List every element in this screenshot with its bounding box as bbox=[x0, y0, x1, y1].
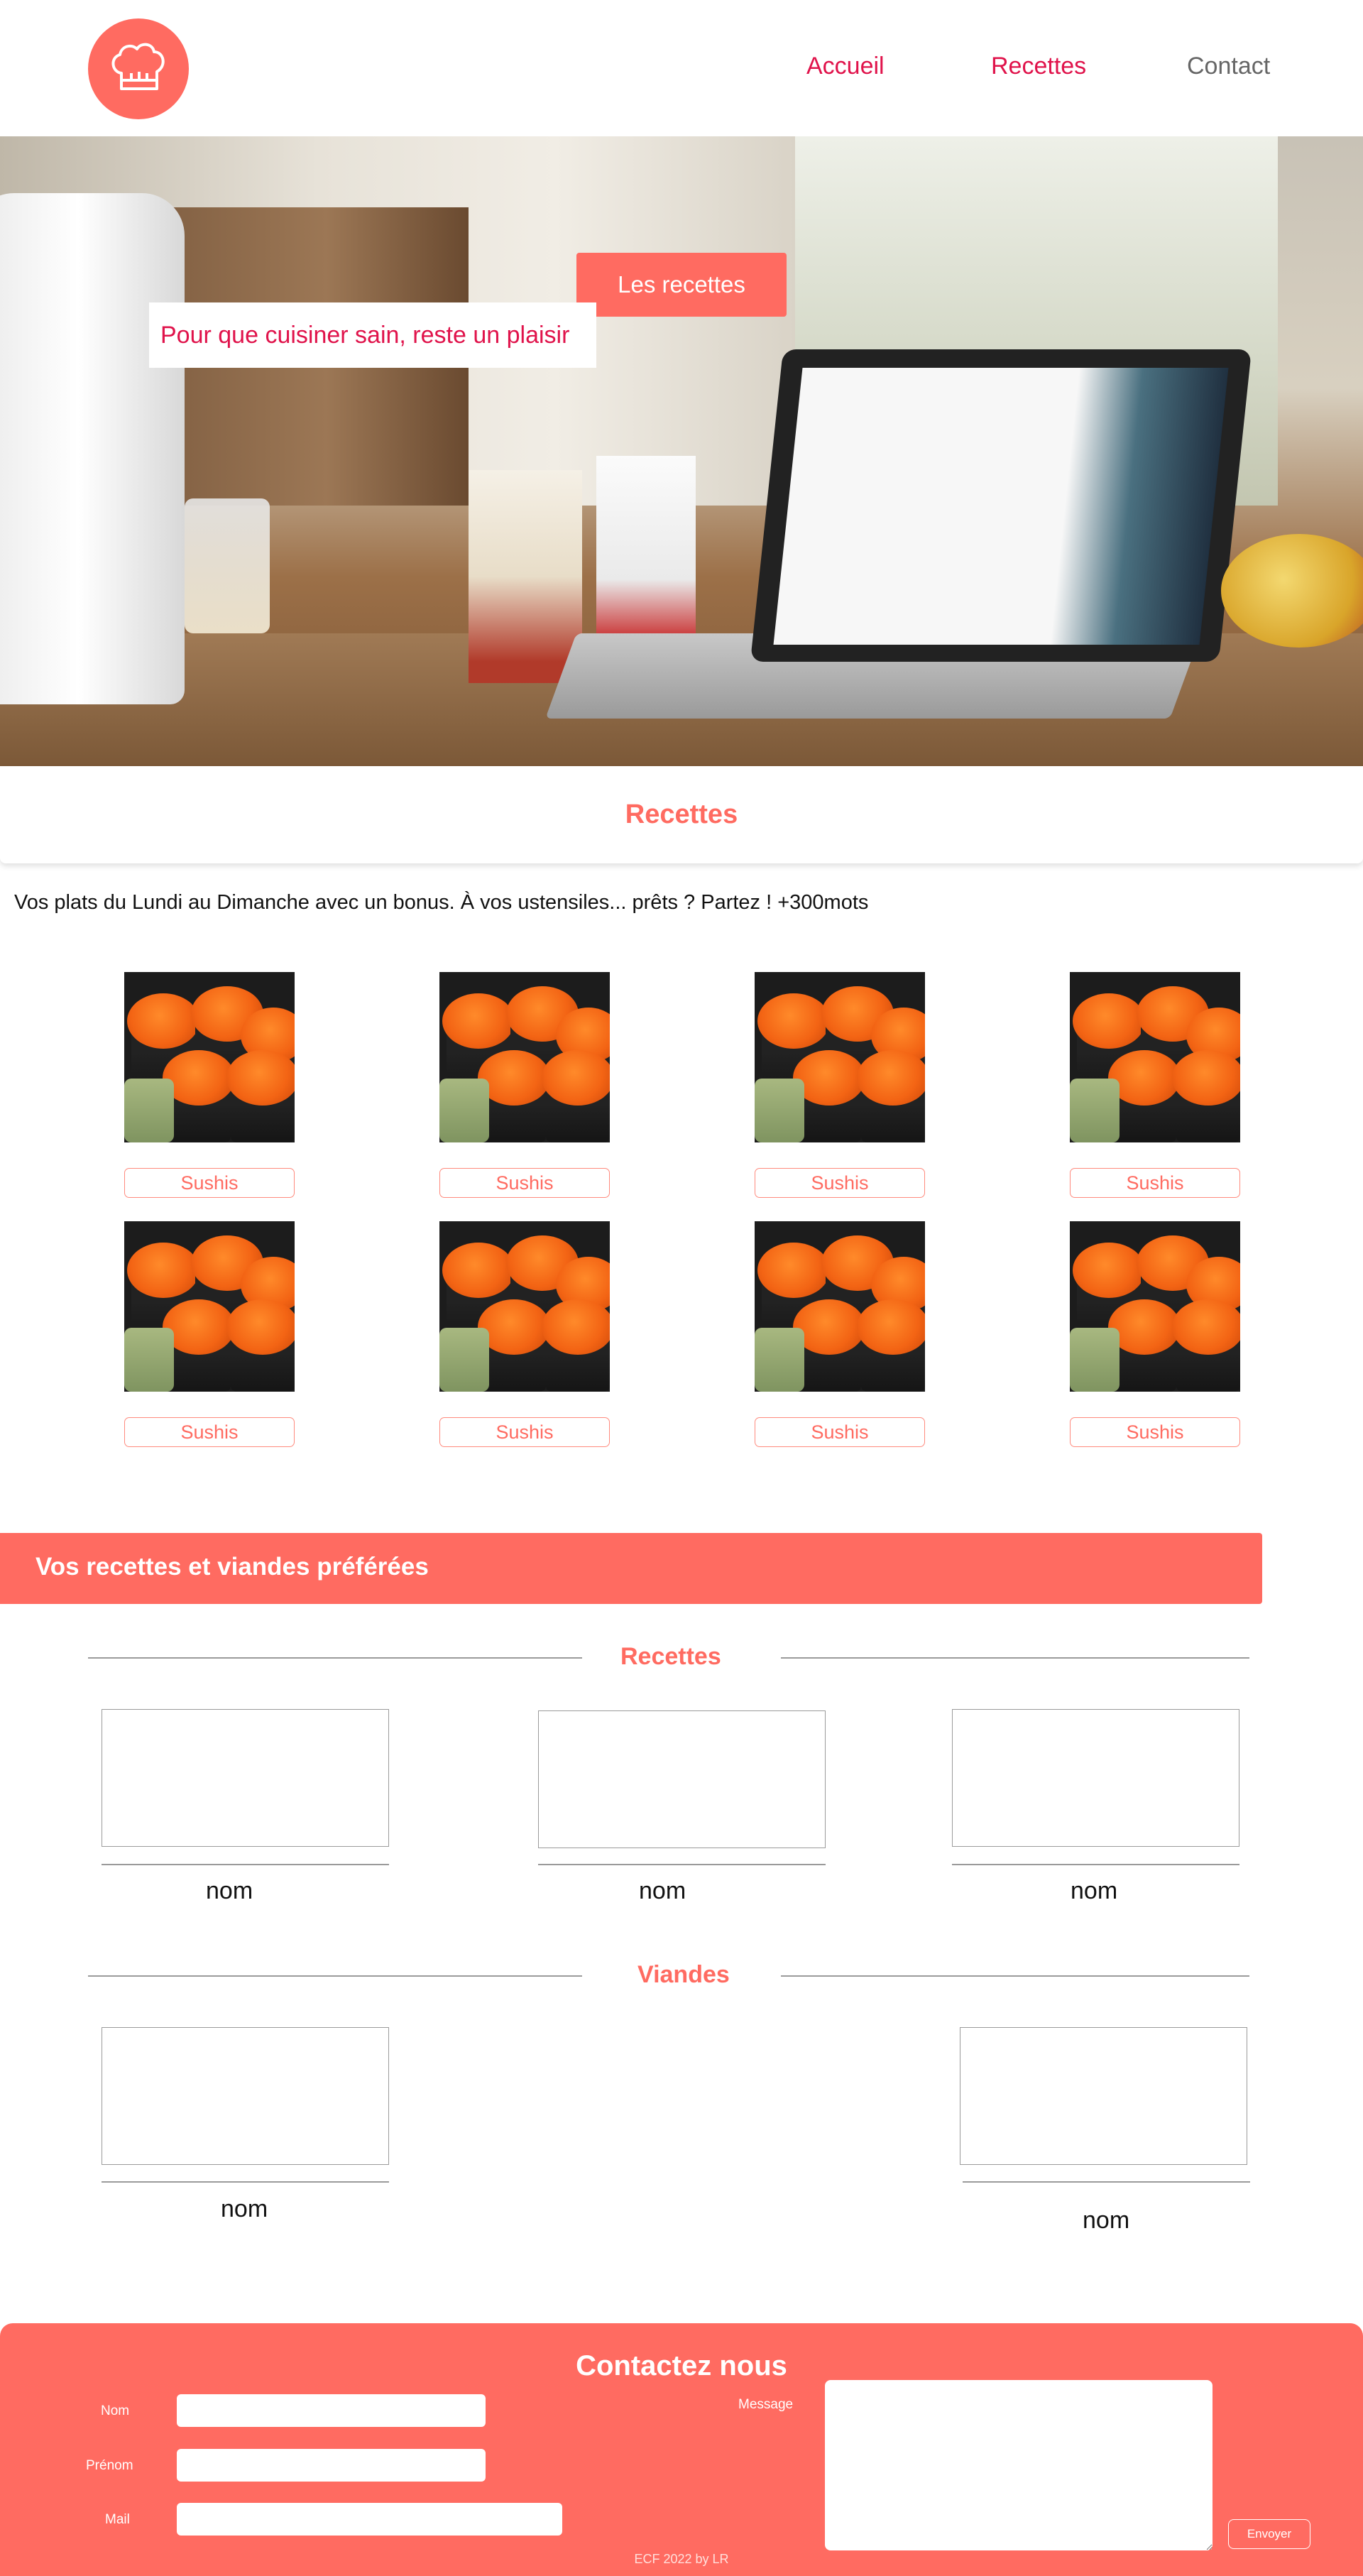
envoyer-button[interactable]: Envoyer bbox=[1228, 2519, 1310, 2549]
sushi-image bbox=[439, 1221, 610, 1392]
message-textarea[interactable] bbox=[825, 2380, 1213, 2550]
recette-box[interactable] bbox=[102, 1709, 389, 1847]
hero-banner bbox=[0, 136, 1363, 766]
hero-tagline: Pour que cuisiner sain, reste un plaisir bbox=[149, 302, 596, 368]
sushi-image bbox=[755, 972, 925, 1142]
divider-line bbox=[781, 1975, 1249, 1977]
divider-line bbox=[963, 2181, 1250, 2183]
favorites-title: Vos recettes et viandes préférées bbox=[35, 1553, 429, 1581]
viande-name: nom bbox=[1083, 2207, 1130, 2234]
divider-line bbox=[88, 1657, 582, 1659]
recipe-card: Sushis bbox=[439, 1221, 610, 1447]
recipe-button[interactable]: Sushis bbox=[1070, 1168, 1240, 1198]
recette-name: nom bbox=[206, 1877, 253, 1904]
hero-image-mixer bbox=[0, 193, 185, 704]
favorites-bar: Vos recettes et viandes préférées bbox=[0, 1533, 1262, 1604]
viande-box[interactable] bbox=[960, 2027, 1247, 2165]
recipe-button[interactable]: Sushis bbox=[755, 1168, 925, 1198]
prenom-input[interactable] bbox=[177, 2449, 486, 2482]
recettes-intro: Vos plats du Lundi au Dimanche avec un b… bbox=[14, 891, 869, 914]
hero-image-jar bbox=[185, 498, 270, 633]
footer-credit: ECF 2022 by LR bbox=[634, 2552, 729, 2566]
mail-input[interactable] bbox=[177, 2503, 562, 2536]
recipe-button[interactable]: Sushis bbox=[439, 1417, 610, 1447]
mail-label: Mail bbox=[105, 2512, 130, 2527]
hero-image-screen bbox=[773, 368, 1229, 645]
nom-input[interactable] bbox=[177, 2394, 486, 2427]
divider-line bbox=[88, 1975, 582, 1977]
nav-recettes[interactable]: Recettes bbox=[991, 53, 1086, 80]
viande-name: nom bbox=[221, 2195, 268, 2222]
divider-line bbox=[781, 1657, 1249, 1659]
contact-title: Contactez nous bbox=[576, 2350, 787, 2381]
divider-line bbox=[952, 1864, 1239, 1865]
recipe-button[interactable]: Sushis bbox=[1070, 1417, 1240, 1447]
recipe-card: Sushis bbox=[124, 1221, 295, 1447]
message-label: Message bbox=[738, 2397, 794, 2412]
sushi-image bbox=[1070, 1221, 1240, 1392]
recipe-button[interactable]: Sushis bbox=[124, 1168, 295, 1198]
recipe-card: Sushis bbox=[1070, 972, 1240, 1198]
recettes-title: Recettes bbox=[625, 799, 738, 829]
recipe-button[interactable]: Sushis bbox=[755, 1417, 925, 1447]
nav-contact[interactable]: Contact bbox=[1187, 53, 1270, 80]
prenom-label: Prénom bbox=[86, 2458, 133, 2473]
chef-hat-icon bbox=[111, 43, 165, 90]
sushi-image bbox=[124, 972, 295, 1142]
recipe-button[interactable]: Sushis bbox=[439, 1168, 610, 1198]
site-header: Accueil Recettes Contact bbox=[0, 0, 1363, 136]
recipe-card: Sushis bbox=[1070, 1221, 1240, 1447]
hero-image-fruit bbox=[1221, 534, 1363, 648]
contact-section: Contactez nous Nom Prénom Mail Message E… bbox=[0, 2323, 1363, 2576]
les-recettes-button[interactable]: Les recettes bbox=[576, 253, 787, 317]
recette-name: nom bbox=[639, 1877, 686, 1904]
recette-box[interactable] bbox=[952, 1709, 1239, 1847]
viande-box[interactable] bbox=[102, 2027, 389, 2165]
sushi-image bbox=[124, 1221, 295, 1392]
site-logo[interactable] bbox=[88, 18, 189, 119]
recipe-card: Sushis bbox=[755, 972, 925, 1198]
nav-accueil[interactable]: Accueil bbox=[806, 53, 885, 80]
recipe-card: Sushis bbox=[124, 972, 295, 1198]
favorites-recettes-title: Recettes bbox=[620, 1643, 721, 1670]
hero-image-box bbox=[596, 456, 696, 662]
nom-label: Nom bbox=[101, 2403, 130, 2418]
sushi-image bbox=[1070, 972, 1240, 1142]
divider-line bbox=[102, 2181, 389, 2183]
hero-image-box bbox=[469, 470, 582, 683]
recipe-card: Sushis bbox=[439, 972, 610, 1198]
favorites-viandes-title: Viandes bbox=[637, 1961, 730, 1988]
recette-name: nom bbox=[1071, 1877, 1118, 1904]
divider-line bbox=[102, 1864, 389, 1865]
recipe-card: Sushis bbox=[755, 1221, 925, 1447]
sushi-image bbox=[439, 972, 610, 1142]
recette-box[interactable] bbox=[538, 1710, 826, 1848]
recipe-button[interactable]: Sushis bbox=[124, 1417, 295, 1447]
divider-line bbox=[538, 1864, 826, 1865]
sushi-image bbox=[755, 1221, 925, 1392]
